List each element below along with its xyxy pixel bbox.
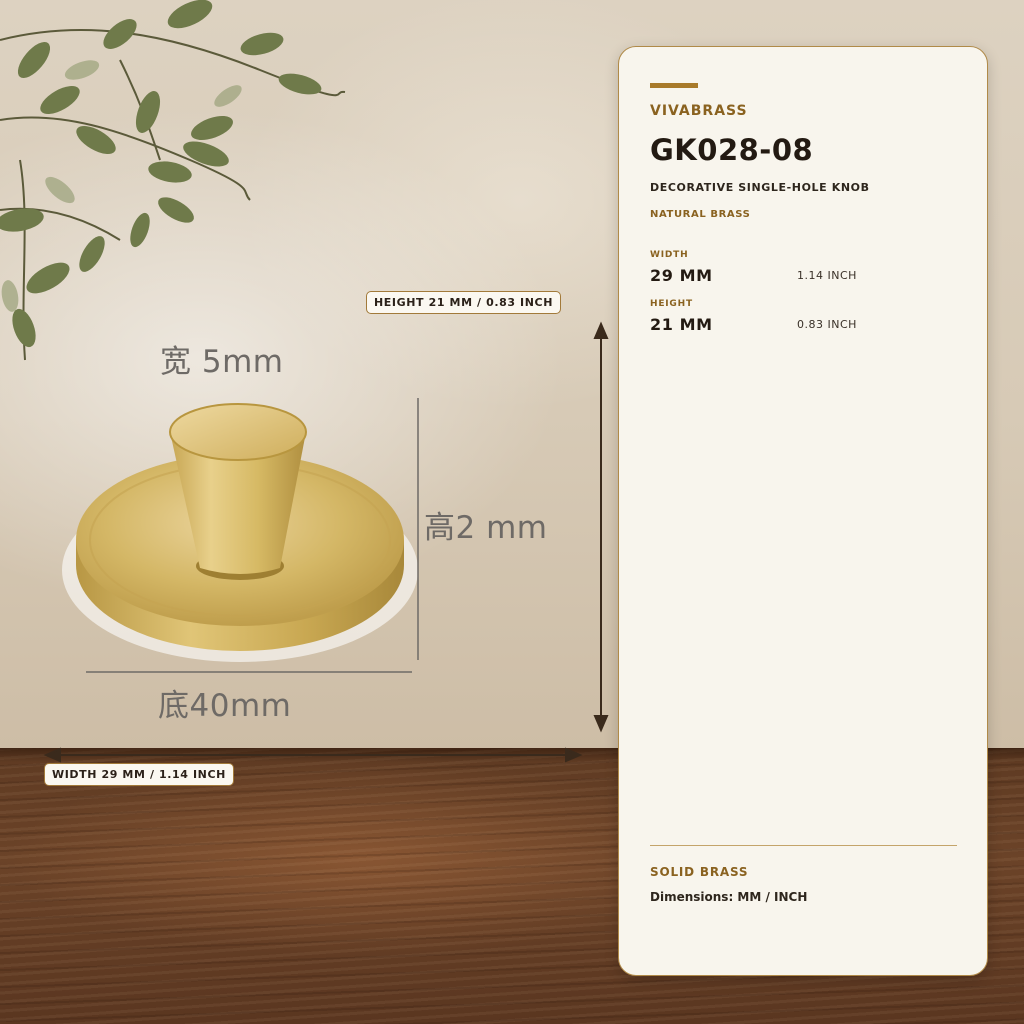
knob-width-label: 宽 5mm [160,344,284,380]
knob-base-label: 底40mm [158,688,292,724]
height-spec-mm: 21 MM [650,315,713,334]
height-dimension-tag: HEIGHT 21 MM / 0.83 INCH [366,291,562,314]
dimensions-note: Dimensions: MM / INCH [650,890,808,904]
spec-panel: VIVABRASS GK028-08 DECORATIVE SINGLE-HOL… [618,46,988,976]
width-dimension-tag: WIDTH 29 MM / 1.14 INCH [44,763,234,786]
plant-leaves-decoration [0,0,346,361]
model-number: GK028-08 [650,133,814,167]
brass-knob-image [62,403,418,662]
width-spec-inch: 1.14 INCH [797,269,857,282]
accent-bar [650,83,698,88]
product-description: DECORATIVE SINGLE-HOLE KNOB [650,181,870,194]
width-spec-label: WIDTH [650,250,689,260]
height-spec-label: HEIGHT [650,299,693,309]
material-label: SOLID BRASS [650,865,749,879]
knob-height-label: 高2 mm [424,510,548,546]
height-spec-inch: 0.83 INCH [797,318,857,331]
brand-name: VIVABRASS [650,103,748,119]
width-spec-mm: 29 MM [650,266,713,285]
panel-divider [650,845,957,846]
finish-label: NATURAL BRASS [650,209,751,220]
